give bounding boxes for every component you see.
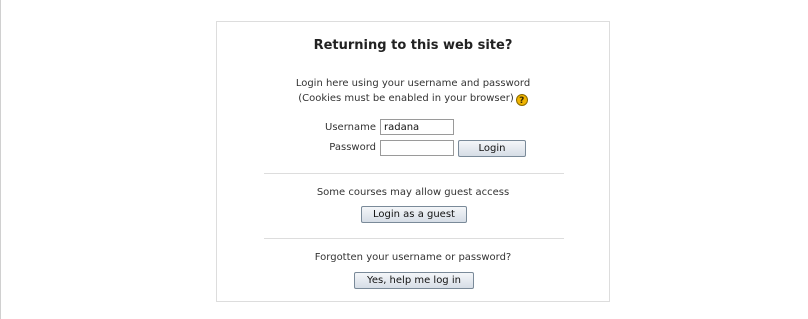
- login-as-guest-button[interactable]: Login as a guest: [361, 206, 467, 223]
- intro-line-1: Login here using your username and passw…: [295, 78, 531, 89]
- password-input[interactable]: [380, 140, 454, 156]
- divider-1: [264, 173, 564, 174]
- password-label: Password: [329, 142, 376, 153]
- intro-line-2: (Cookies must be enabled in your browser…: [217, 91, 609, 106]
- guest-access-text: Some courses may allow guest access: [316, 187, 510, 198]
- forgot-text: Forgotten your username or password?: [314, 252, 512, 263]
- login-button[interactable]: Login: [458, 140, 526, 157]
- username-input[interactable]: [380, 119, 454, 135]
- help-question-icon[interactable]: ?: [515, 94, 528, 106]
- divider-2: [264, 238, 564, 239]
- username-label: Username: [325, 122, 376, 133]
- login-intro: Login here using your username and passw…: [217, 76, 609, 106]
- login-title: Returning to this web site?: [313, 38, 513, 53]
- forgot-password-button[interactable]: Yes, help me log in: [354, 272, 474, 289]
- page: Returning to this web site? Login here u…: [0, 0, 808, 319]
- login-box: Returning to this web site? Login here u…: [216, 21, 610, 302]
- intro-line-2-text: (Cookies must be enabled in your browser…: [298, 93, 514, 104]
